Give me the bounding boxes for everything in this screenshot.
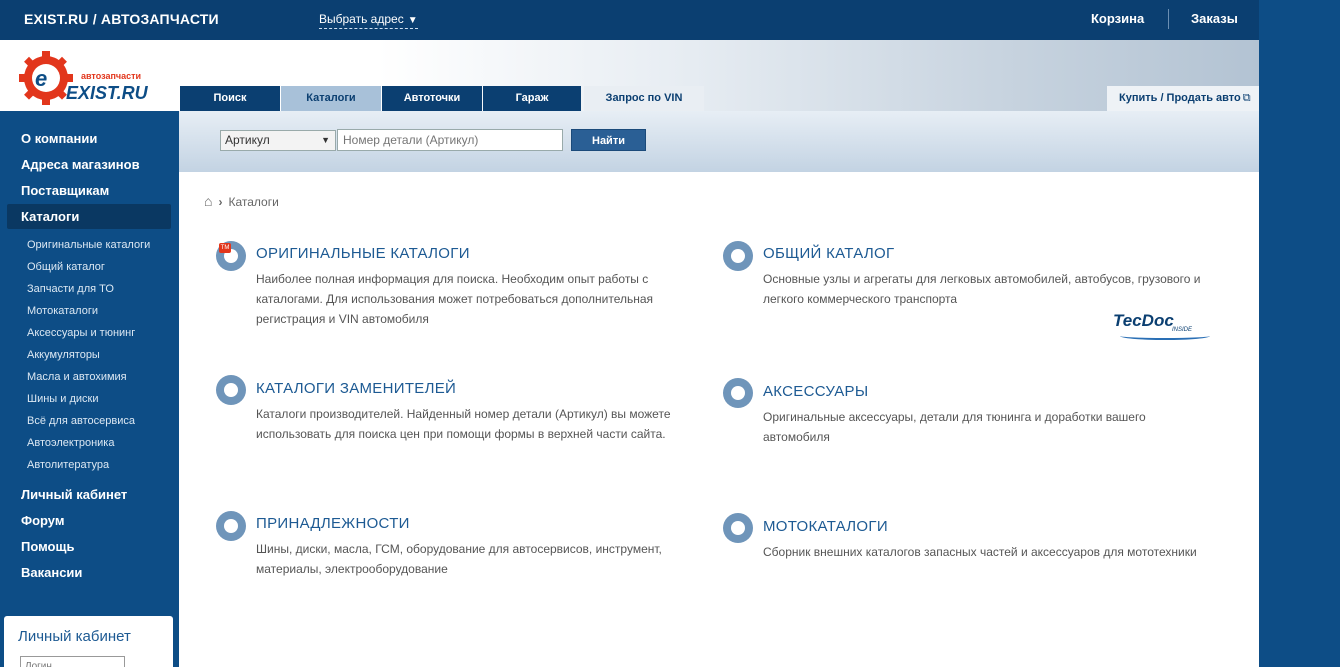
card-title-original[interactable]: ОРИГИНАЛЬНЫЕ КАТАЛОГИ	[256, 245, 470, 262]
orders-link[interactable]: Заказы	[1191, 11, 1238, 26]
card-desc-line: автомобиля	[763, 430, 830, 444]
sidebar-subitem[interactable]: Автоэлектроника	[27, 437, 114, 449]
sidebar-subitem[interactable]: Оригинальные каталоги	[27, 239, 150, 251]
card-desc-line: использовать для поиска цен при помощи ф…	[256, 427, 666, 441]
select-address-link[interactable]: Выбрать адрес ▼	[319, 12, 418, 29]
external-link-icon: ⧉	[1242, 92, 1251, 104]
right-background	[1259, 0, 1340, 667]
home-icon[interactable]: ⌂	[204, 193, 212, 209]
select-address-label: Выбрать адрес	[319, 12, 404, 26]
search-type-select[interactable]: Артикул ▼	[220, 130, 336, 151]
ring-icon[interactable]	[216, 375, 246, 405]
sidebar-item-catalogs[interactable]: Каталоги	[21, 209, 79, 224]
chevron-down-icon: ▼	[407, 15, 418, 26]
card-desc-line: Наиболее полная информация для поиска. Н…	[256, 272, 649, 286]
sidebar-subitem[interactable]: Шины и диски	[27, 393, 98, 405]
card-desc-line: материалы, электрооборудование	[256, 562, 448, 576]
card-desc-line: регистрация и VIN автомобиля	[256, 312, 429, 326]
card-title-general[interactable]: ОБЩИЙ КАТАЛОГ	[763, 245, 894, 262]
tab-autopoints[interactable]: Автоточки	[382, 86, 482, 111]
sidebar-item-about[interactable]: О компании	[21, 131, 97, 146]
card-desc-line: Каталоги производителей. Найденный номер…	[256, 407, 671, 421]
dropdown-arrow-icon: ▼	[321, 135, 330, 145]
sidebar-subitem[interactable]: Мотокаталоги	[27, 305, 98, 317]
card-desc-line: Сборник внешних каталогов запасных часте…	[763, 545, 1197, 559]
sidebar-item-help[interactable]: Помощь	[21, 539, 74, 554]
sidebar-item-account[interactable]: Личный кабинет	[21, 487, 127, 502]
tecdoc-logo[interactable]: TecDoc	[1113, 311, 1174, 331]
divider	[1168, 9, 1169, 29]
logo-subtitle: автозапчасти	[81, 71, 142, 81]
tab-garage[interactable]: Гараж	[483, 86, 581, 111]
part-number-input[interactable]	[337, 129, 563, 151]
sidebar-subitem[interactable]: Общий каталог	[27, 261, 105, 273]
sidebar-subitem[interactable]: Аксессуары и тюнинг	[27, 327, 135, 339]
sidebar-subitem[interactable]: Аккумуляторы	[27, 349, 100, 361]
helmet-icon[interactable]	[723, 513, 753, 543]
account-box-title: Личный кабинет	[18, 628, 131, 645]
sidebar-subitem[interactable]: Запчасти для ТО	[27, 283, 114, 295]
sidebar-item-forum[interactable]: Форум	[21, 513, 64, 528]
breadcrumb-current: Каталоги	[228, 195, 279, 209]
svg-text:e: e	[35, 66, 47, 91]
tecdoc-swoosh-icon	[1120, 332, 1210, 340]
card-desc-line: Оригинальные аксессуары, детали для тюни…	[763, 410, 1146, 424]
sidebar-subitem[interactable]: Масла и автохимия	[27, 371, 127, 383]
card-desc-line: легкого коммерческого транспорта	[763, 292, 958, 306]
breadcrumb: ⌂ › Каталоги	[204, 193, 279, 209]
find-button[interactable]: Найти	[571, 129, 646, 151]
logo-name: EXIST.RU	[66, 83, 148, 103]
cart-link[interactable]: Корзина	[1091, 11, 1144, 26]
oil-drop-icon[interactable]	[216, 511, 246, 541]
tab-catalogs[interactable]: Каталоги	[281, 86, 381, 111]
sidebar-subitem[interactable]: Автолитература	[27, 459, 109, 471]
sidebar-item-stores[interactable]: Адреса магазинов	[21, 157, 140, 172]
sidebar-item-jobs[interactable]: Вакансии	[21, 565, 82, 580]
card-title-moto[interactable]: МОТОКАТАЛОГИ	[763, 518, 888, 535]
steering-wheel-icon[interactable]	[723, 241, 753, 271]
search-type-value: Артикул	[225, 133, 270, 147]
card-title-supplies[interactable]: ПРИНАДЛЕЖНОСТИ	[256, 515, 410, 532]
buy-sell-label: Купить / Продать авто	[1119, 92, 1241, 104]
card-desc-line: Шины, диски, масла, ГСМ, оборудование дл…	[256, 542, 662, 556]
wheel-rim-icon[interactable]	[723, 378, 753, 408]
card-title-substitutes[interactable]: КАТАЛОГИ ЗАМЕНИТЕЛЕЙ	[256, 380, 456, 397]
card-title-accessories[interactable]: АКСЕССУАРЫ	[763, 383, 868, 400]
trademark-badge: TM	[219, 243, 231, 253]
tab-search[interactable]: Поиск	[180, 86, 280, 111]
sidebar-item-suppliers[interactable]: Поставщикам	[21, 183, 109, 198]
login-input[interactable]	[20, 656, 125, 667]
brand-title[interactable]: EXIST.RU / АВТОЗАПЧАСТИ	[24, 11, 219, 27]
buy-sell-car-link[interactable]: Купить / Продать авто ⧉	[1107, 86, 1259, 111]
card-desc-line: каталогами. Для использования может потр…	[256, 292, 654, 306]
chevron-right-icon: ›	[218, 195, 223, 209]
card-desc-line: Основные узлы и агрегаты для легковых ав…	[763, 272, 1201, 286]
tab-vin-request[interactable]: Запрос по VIN	[584, 86, 704, 111]
sidebar-subitem[interactable]: Всё для автосервиса	[27, 415, 135, 427]
